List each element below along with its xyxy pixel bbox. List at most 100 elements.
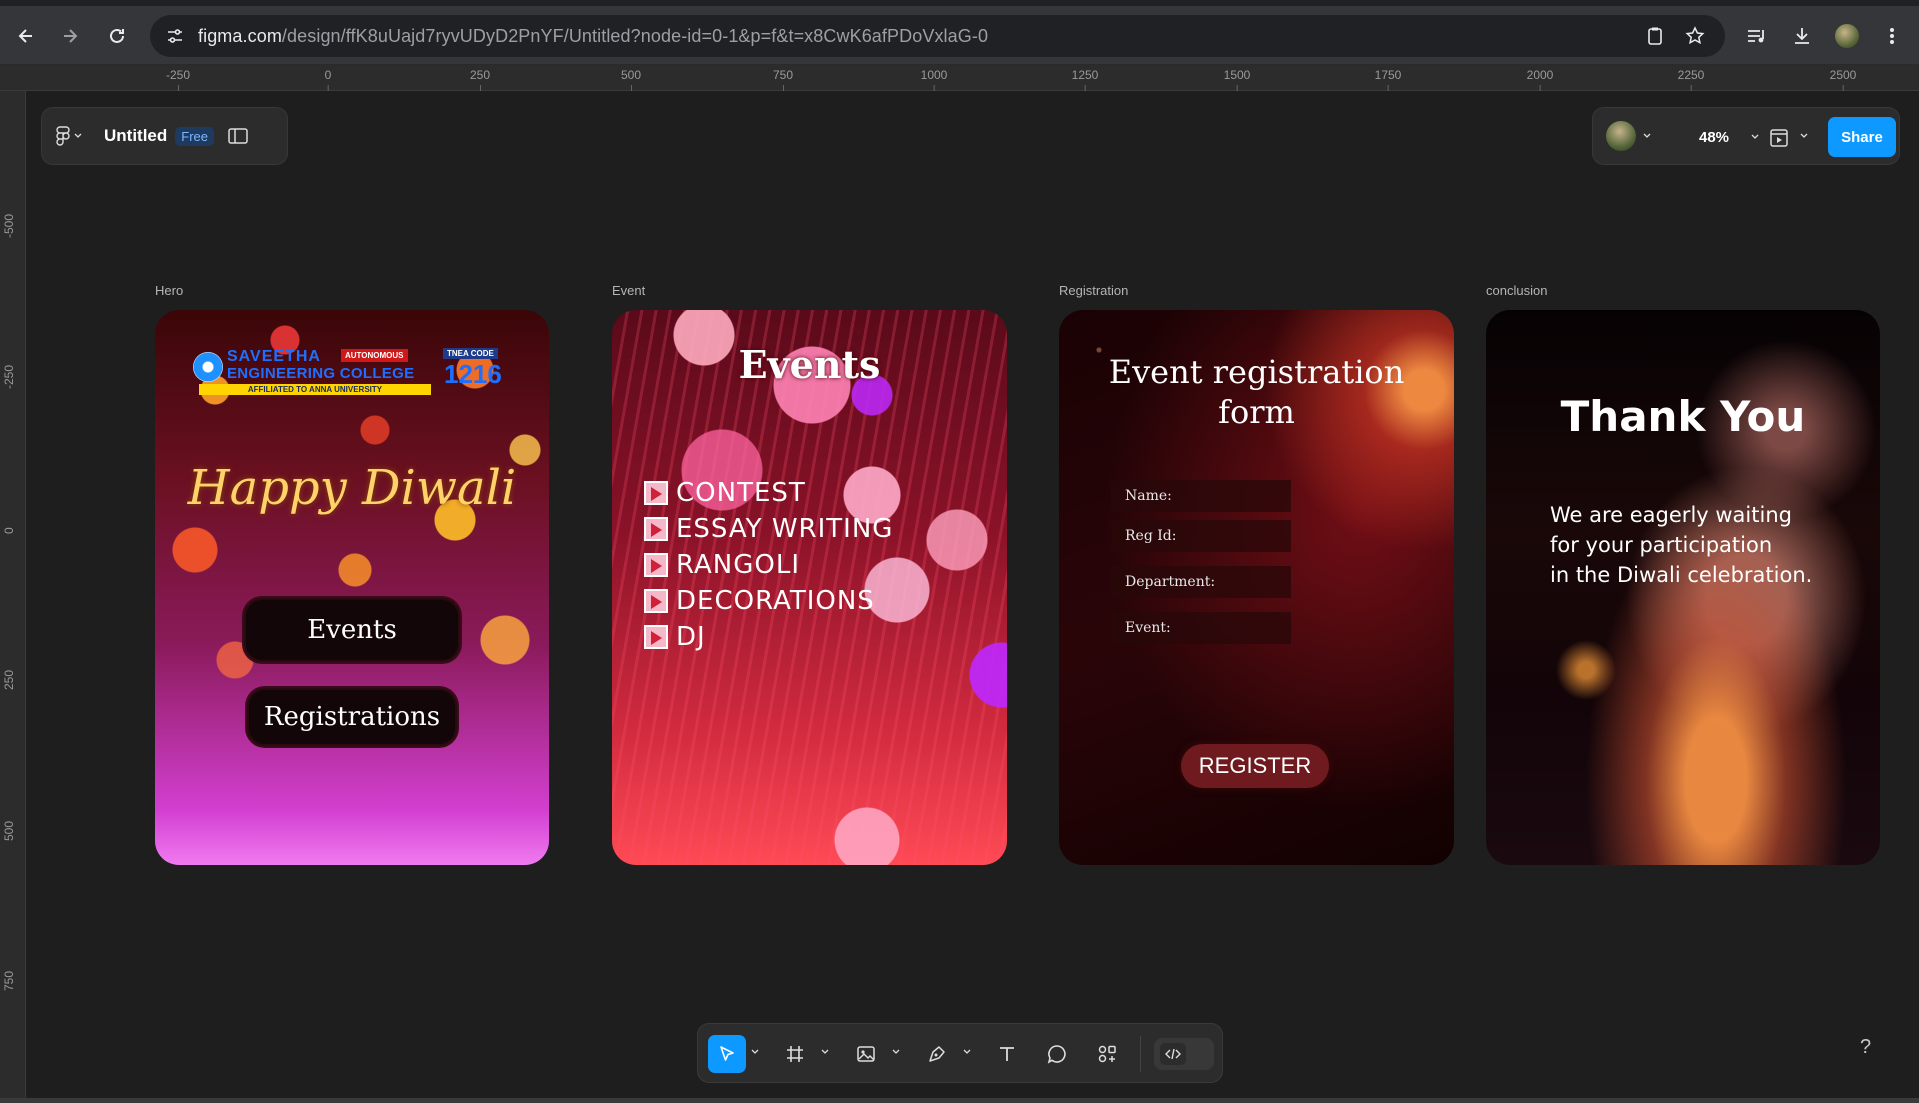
file-name[interactable]: Untitled: [104, 126, 167, 146]
ruler-tick: 1500: [1223, 68, 1251, 91]
frame-label-hero[interactable]: Hero: [155, 283, 183, 298]
frame-hero[interactable]: SAVEETHA AUTONOMOUS ENGINEERING COLLEGE …: [155, 310, 549, 865]
event-item-label: CONTEST: [676, 478, 806, 508]
event-item: CONTEST: [644, 478, 806, 508]
pen-icon: [929, 1046, 945, 1062]
media-controls-icon[interactable]: [1745, 24, 1769, 48]
ruler-tick: -250: [2, 364, 16, 389]
code-icon: [1160, 1043, 1186, 1065]
back-icon[interactable]: [8, 18, 44, 54]
college-logo: SAVEETHA AUTONOMOUS ENGINEERING COLLEGE …: [193, 346, 513, 398]
cursor-icon: [720, 1046, 734, 1061]
registration-title: Event registration form: [1059, 352, 1454, 432]
ruler-tick: 2000: [1526, 68, 1554, 91]
reload-icon[interactable]: [99, 18, 135, 54]
event-item: DECORATIONS: [644, 586, 875, 616]
ruler-tick: 500: [2, 820, 16, 841]
ruler-tick: 750: [772, 68, 794, 91]
url-path: /design/ffK8uUajd7ryvUDyD2PnYF/Untitled?…: [281, 25, 989, 46]
registration-title-line1: Event registration: [1108, 353, 1405, 391]
comment-tool-button[interactable]: [1038, 1035, 1076, 1073]
event-item: ESSAY WRITING: [644, 514, 893, 544]
ruler-tick: 750: [2, 970, 16, 991]
plan-badge[interactable]: Free: [175, 126, 215, 146]
message-line: in the Diwali celebration.: [1550, 563, 1813, 587]
registrations-button[interactable]: Registrations: [247, 688, 457, 746]
ruler-tick: -250: [165, 68, 191, 91]
actions-tool-button[interactable]: [1088, 1035, 1126, 1073]
event-item-label: DECORATIONS: [676, 586, 875, 616]
checkbox-icon: [644, 553, 668, 577]
event-item: RANGOLI: [644, 550, 800, 580]
toolbar-divider: [1140, 1036, 1141, 1072]
chevron-down-icon: [1751, 134, 1759, 139]
checkbox-icon: [644, 517, 668, 541]
more-menu-icon[interactable]: [1880, 24, 1904, 48]
chevron-down-icon[interactable]: [821, 1049, 829, 1055]
profile-avatar[interactable]: [1835, 24, 1859, 48]
department-field[interactable]: Department:: [1111, 566, 1291, 598]
zoom-value: 48%: [1698, 128, 1730, 146]
chevron-down-icon[interactable]: [1800, 133, 1808, 139]
chevron-down-icon[interactable]: [1643, 133, 1651, 139]
frame-label-conclusion[interactable]: conclusion: [1486, 283, 1547, 298]
checkbox-icon: [644, 589, 668, 613]
chevron-down-icon[interactable]: [963, 1049, 971, 1055]
ruler-tick: 0: [2, 527, 16, 534]
ruler-tick: 1750: [1374, 68, 1402, 91]
frame-tool-button[interactable]: [776, 1035, 814, 1073]
forward-icon[interactable]: [52, 18, 88, 54]
dev-mode-toggle[interactable]: [1154, 1038, 1214, 1070]
site-settings-icon[interactable]: [164, 25, 186, 47]
frame-conclusion[interactable]: Thank You We are eagerly waiting for you…: [1486, 310, 1880, 865]
download-icon[interactable]: [1790, 24, 1814, 48]
zoom-dropdown[interactable]: 48%: [1681, 123, 1777, 151]
events-button[interactable]: Events: [244, 598, 460, 662]
tnea-code: 1216: [444, 359, 502, 389]
event-field[interactable]: Event:: [1111, 612, 1291, 644]
sidebar-toggle-icon[interactable]: [228, 128, 248, 144]
url-text: figma.com/design/ffK8uUajd7ryvUDyD2PnYF/…: [198, 26, 988, 47]
url-domain: figma.com: [198, 25, 282, 46]
affiliation-strip: AFFILIATED TO ANNA UNIVERSITY: [199, 384, 431, 395]
chevron-down-icon[interactable]: [892, 1049, 900, 1055]
user-avatar[interactable]: [1606, 121, 1636, 151]
college-name-line1: SAVEETHA: [227, 348, 321, 365]
name-field[interactable]: Name:: [1111, 480, 1291, 512]
register-button[interactable]: REGISTER: [1181, 744, 1329, 788]
pen-tool-button[interactable]: [918, 1035, 956, 1073]
event-item: DJ: [644, 622, 706, 652]
bookmark-star-icon[interactable]: [1683, 24, 1707, 48]
text-tool-button[interactable]: [988, 1035, 1026, 1073]
event-item-label: RANGOLI: [676, 550, 801, 580]
tnea-label: TNEA CODE: [443, 348, 498, 359]
ruler-tick: 250: [2, 669, 16, 690]
registration-title-line2: form: [1218, 393, 1295, 431]
image-tool-button[interactable]: [847, 1035, 885, 1073]
ruler-tick: 250: [469, 68, 491, 91]
share-button[interactable]: Share: [1828, 117, 1896, 157]
thank-you-title: Thank You: [1560, 392, 1806, 441]
figma-menu-icon[interactable]: [56, 126, 82, 146]
chevron-down-icon[interactable]: [751, 1049, 759, 1055]
top-right-controls: 48% Share: [1592, 107, 1900, 165]
reg-id-field[interactable]: Reg Id:: [1111, 520, 1291, 552]
move-tool-button[interactable]: [708, 1035, 746, 1073]
clipboard-icon[interactable]: [1643, 24, 1667, 48]
frame-label-registration[interactable]: Registration: [1059, 283, 1128, 298]
frame-label-event[interactable]: Event: [612, 283, 645, 298]
window-bottom-edge: [0, 1098, 1919, 1103]
ruler-tick: 1250: [1071, 68, 1099, 91]
frame-event[interactable]: Events CONTEST ESSAY WRITING RANGOLI DEC…: [612, 310, 1007, 865]
present-icon[interactable]: [1769, 128, 1789, 148]
text-icon: [1000, 1047, 1014, 1061]
greeting-text: Happy Diwali: [187, 460, 517, 516]
frame-icon: [787, 1046, 803, 1062]
event-item-label: ESSAY WRITING: [676, 514, 894, 544]
address-bar[interactable]: figma.com/design/ffK8uUajd7ryvUDyD2PnYF/…: [150, 15, 1725, 57]
ruler-tick: 0: [324, 68, 332, 91]
frame-registration[interactable]: Event registration form Name: Reg Id: De…: [1059, 310, 1454, 865]
file-panel: Untitled Free: [41, 107, 288, 165]
help-button[interactable]: ?: [1860, 1036, 1871, 1059]
events-title: Events: [738, 342, 881, 387]
